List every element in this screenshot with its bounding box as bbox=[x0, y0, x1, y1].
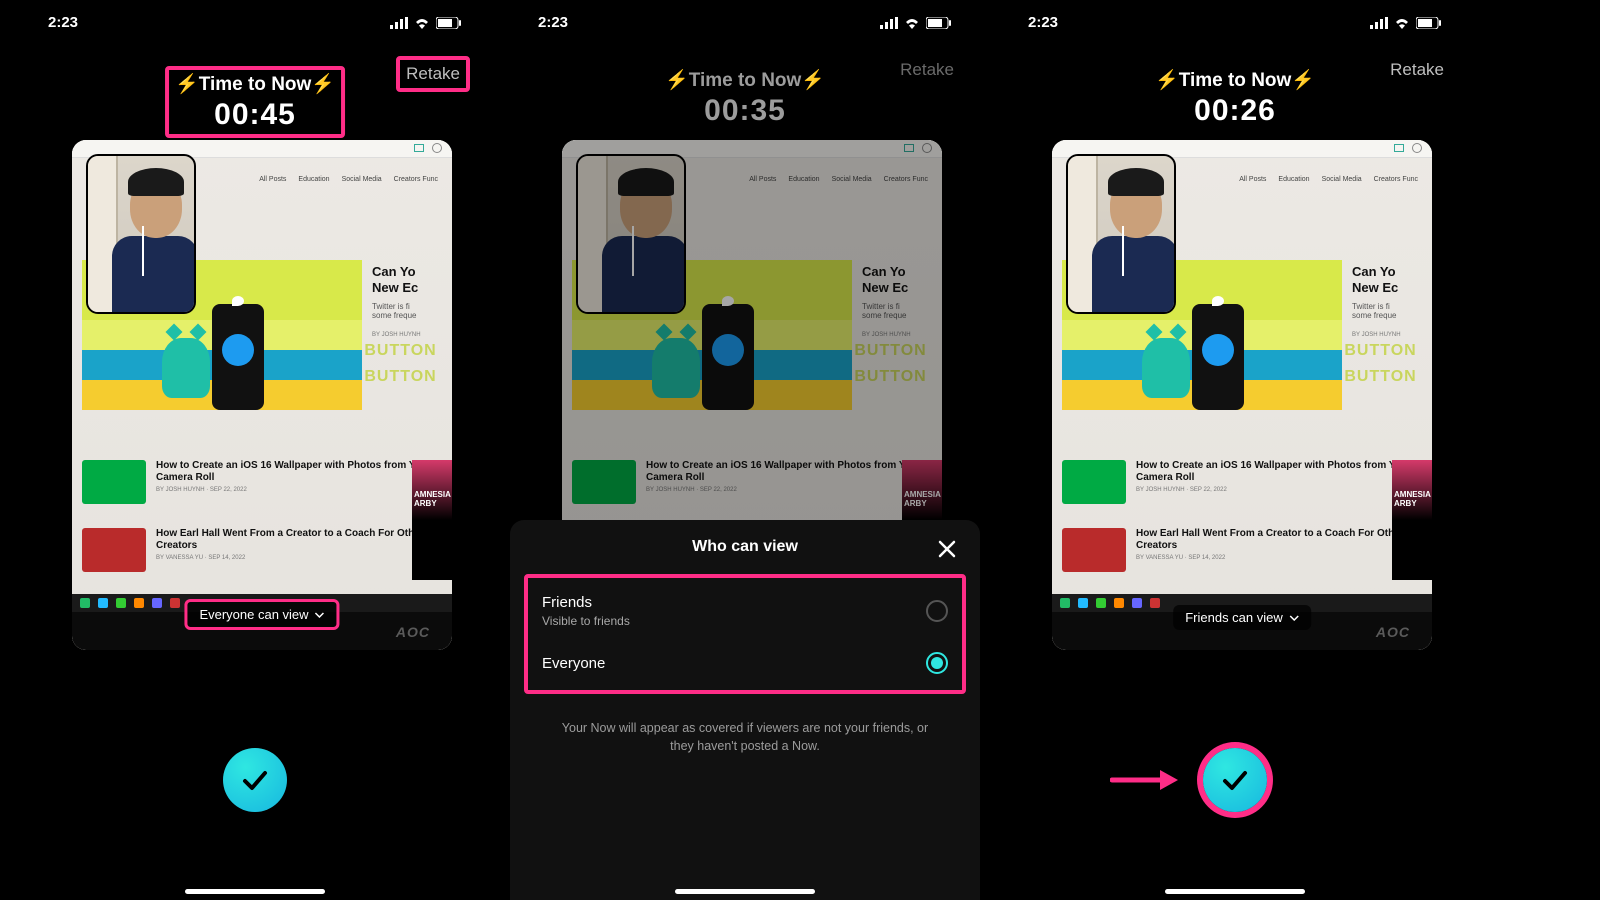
battery-icon bbox=[1416, 17, 1442, 29]
visibility-label: Friends can view bbox=[1185, 610, 1283, 625]
visibility-selector[interactable]: Everyone can view bbox=[184, 599, 339, 630]
status-time: 2:23 bbox=[1028, 14, 1058, 31]
visibility-selector[interactable]: Friends can view bbox=[1173, 605, 1311, 630]
captured-photo[interactable]: All Posts Education Social Media Creator… bbox=[1052, 140, 1432, 650]
post-button[interactable] bbox=[1203, 748, 1267, 812]
check-icon bbox=[1218, 763, 1252, 797]
sheet-title: Who can view bbox=[510, 538, 980, 556]
now-title: ⚡Time to Now⚡ bbox=[665, 68, 825, 92]
front-camera-inset bbox=[576, 154, 686, 314]
close-button[interactable] bbox=[936, 538, 958, 560]
home-indicator[interactable] bbox=[675, 889, 815, 894]
visibility-sheet: Who can view Friends Visible to friends … bbox=[510, 520, 980, 900]
visibility-label: Everyone can view bbox=[199, 607, 308, 622]
sheet-note: Your Now will appear as covered if viewe… bbox=[550, 720, 940, 755]
option-friends-label: Friends bbox=[542, 594, 630, 611]
front-camera-inset[interactable] bbox=[1066, 154, 1176, 314]
option-friends[interactable]: Friends Visible to friends bbox=[528, 582, 962, 640]
status-time: 2:23 bbox=[48, 14, 78, 31]
home-indicator[interactable] bbox=[185, 889, 325, 894]
countdown-timer: 00:35 bbox=[665, 94, 825, 128]
status-indicators bbox=[880, 14, 952, 31]
now-title: ⚡Time to Now⚡ bbox=[1155, 68, 1315, 92]
wifi-icon bbox=[1394, 17, 1410, 29]
countdown-timer: 00:26 bbox=[1155, 94, 1315, 128]
option-everyone-label: Everyone bbox=[542, 655, 605, 672]
visibility-options: Friends Visible to friends Everyone bbox=[524, 574, 966, 694]
check-icon bbox=[238, 763, 272, 797]
countdown-timer: 00:45 bbox=[175, 98, 335, 132]
close-icon bbox=[936, 538, 958, 560]
status-bar: 2:23 bbox=[1000, 14, 1470, 31]
countdown-header: ⚡Time to Now⚡ 00:45 bbox=[165, 66, 345, 138]
battery-icon bbox=[436, 17, 462, 29]
radio-selected-icon bbox=[926, 652, 948, 674]
front-camera-inset[interactable] bbox=[86, 154, 196, 314]
chevron-down-icon bbox=[1289, 615, 1299, 621]
post-button[interactable] bbox=[223, 748, 287, 812]
screenshot-1: 2:23 ⚡Time to Now⚡ 00:45 Retake All Post… bbox=[20, 0, 490, 900]
annotation-arrow bbox=[1110, 768, 1180, 792]
radio-unselected-icon bbox=[926, 600, 948, 622]
cellular-icon bbox=[1370, 17, 1388, 29]
status-bar: 2:23 bbox=[20, 14, 490, 31]
retake-button[interactable]: Retake bbox=[894, 56, 960, 84]
screenshot-2: 2:23 ⚡Time to Now⚡ 00:35 Retake All Post… bbox=[510, 0, 980, 900]
status-time: 2:23 bbox=[538, 14, 568, 31]
status-indicators bbox=[1370, 14, 1442, 31]
option-everyone[interactable]: Everyone bbox=[528, 640, 962, 686]
status-indicators bbox=[390, 14, 462, 31]
wifi-icon bbox=[904, 17, 920, 29]
cellular-icon bbox=[880, 17, 898, 29]
wifi-icon bbox=[414, 17, 430, 29]
option-friends-sub: Visible to friends bbox=[542, 614, 630, 628]
status-bar: 2:23 bbox=[510, 14, 980, 31]
retake-button[interactable]: Retake bbox=[1384, 56, 1450, 84]
retake-button[interactable]: Retake bbox=[396, 56, 470, 92]
arrow-right-icon bbox=[1110, 768, 1180, 792]
screenshot-3: 2:23 ⚡Time to Now⚡ 00:26 Retake All Post… bbox=[1000, 0, 1470, 900]
captured-photo[interactable]: All Posts Education Social Media Creator… bbox=[72, 140, 452, 650]
countdown-header: ⚡Time to Now⚡ 00:26 bbox=[1149, 66, 1321, 130]
countdown-header: ⚡Time to Now⚡ 00:35 bbox=[659, 66, 831, 130]
chevron-down-icon bbox=[315, 612, 325, 618]
home-indicator[interactable] bbox=[1165, 889, 1305, 894]
battery-icon bbox=[926, 17, 952, 29]
now-title: ⚡Time to Now⚡ bbox=[175, 72, 335, 96]
cellular-icon bbox=[390, 17, 408, 29]
